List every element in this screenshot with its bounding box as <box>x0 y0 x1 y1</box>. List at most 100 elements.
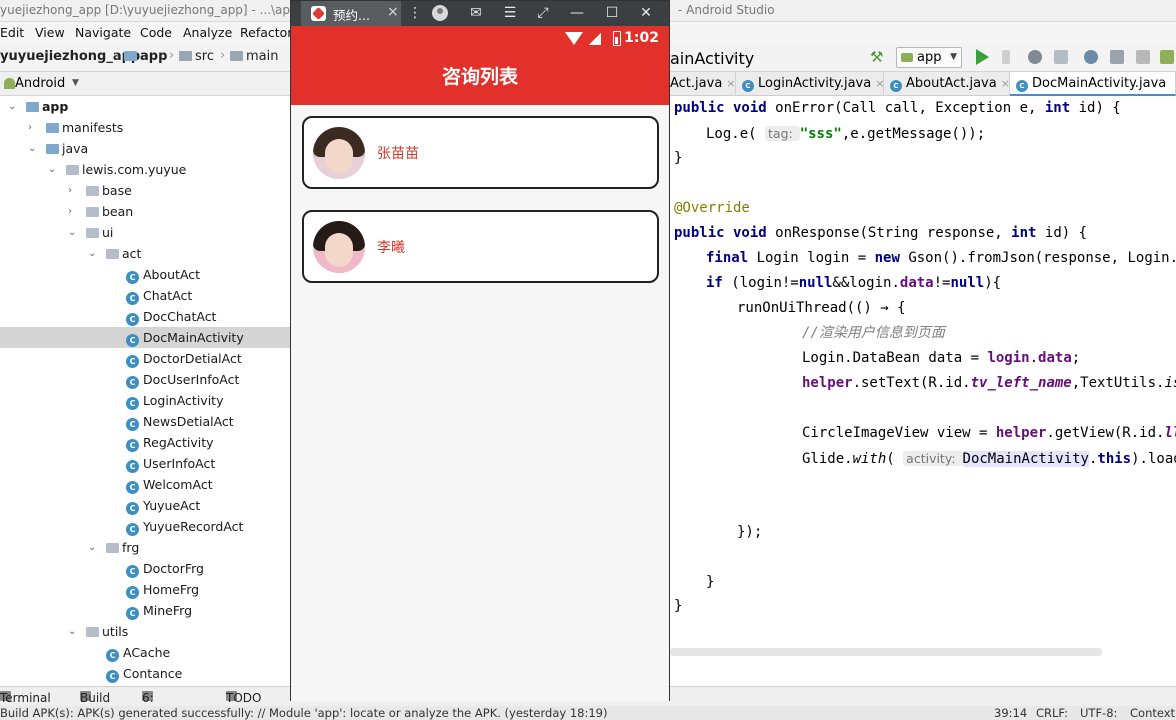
tree-item[interactable]: ⌄ java <box>0 138 290 159</box>
tree-item[interactable]: C YuyueRecordAct <box>0 516 290 537</box>
tree-item[interactable]: C ACache <box>0 642 290 663</box>
menu-view[interactable]: View <box>35 25 65 40</box>
folder-icon <box>179 51 192 61</box>
tab-act-java[interactable]: Act.java × <box>670 72 736 96</box>
consult-list-item[interactable]: 李曦 <box>302 210 659 283</box>
tree-item[interactable]: C NewsDetialAct <box>0 411 290 432</box>
window-close-icon[interactable]: ✕ <box>632 1 660 26</box>
tree-item[interactable]: C YuyueAct <box>0 495 290 516</box>
maximize-icon[interactable]: ☐ <box>598 1 626 26</box>
tree-item[interactable]: ⌄ ui <box>0 222 290 243</box>
tree-item[interactable]: C UserInfoAct <box>0 453 290 474</box>
close-icon[interactable]: × <box>1001 77 1010 90</box>
tree-item[interactable]: ⌄ frg <box>0 537 290 558</box>
menu-edit[interactable]: Edit <box>0 25 24 40</box>
tree-item[interactable]: C LoginActivity <box>0 390 290 411</box>
breadcrumb-src[interactable]: src <box>179 49 214 64</box>
close-icon[interactable]: × <box>726 77 735 90</box>
apply-changes-icon[interactable] <box>1002 50 1010 64</box>
stop-icon[interactable] <box>1136 50 1150 64</box>
menu-code[interactable]: Code <box>140 25 172 40</box>
class-icon: C <box>126 418 139 431</box>
tree-item-label: app <box>26 96 68 117</box>
account-icon[interactable] <box>432 5 448 21</box>
chevron-right-icon: › <box>220 48 226 63</box>
chevron-down-icon[interactable]: ⌄ <box>28 138 38 159</box>
tab-loginactivity-java[interactable]: C LoginActivity.java × <box>736 72 884 96</box>
tree-item[interactable]: C DoctorDetialAct <box>0 348 290 369</box>
chevron-right-icon: › <box>114 48 120 63</box>
menu-analyze[interactable]: Analyze <box>183 25 232 40</box>
chevron-down-icon[interactable]: ⌄ <box>8 96 18 117</box>
tree-item[interactable]: ⌄ act <box>0 243 290 264</box>
chevron-down-icon[interactable]: ⌄ <box>68 222 78 243</box>
tree-item[interactable]: ⌄ app <box>0 96 290 117</box>
line-separator[interactable]: CRLF: <box>1036 706 1068 720</box>
hammer-icon[interactable]: ⚒ <box>870 49 886 65</box>
menu-refactor[interactable]: Refactor <box>240 25 292 40</box>
class-icon: C <box>106 649 119 662</box>
project-view-header[interactable]: Android ▼ <box>0 72 290 96</box>
tree-item[interactable]: C DocUserInfoAct <box>0 369 290 390</box>
tree-item-label: lewis.com.yuyue <box>66 159 186 180</box>
chevron-down-icon[interactable]: ⌄ <box>88 537 98 558</box>
tree-item[interactable]: ⌄ utils <box>0 621 290 642</box>
tree-item[interactable]: C MineFrg <box>0 600 290 621</box>
tree-item[interactable]: C DoctorFrg <box>0 558 290 579</box>
debug-icon[interactable] <box>1028 50 1042 64</box>
tree-item[interactable]: › base <box>0 180 290 201</box>
chevron-right-icon[interactable]: › <box>68 180 78 201</box>
emulator-tab[interactable]: 预约... × <box>301 1 401 26</box>
menu-icon[interactable]: ☰ <box>496 1 524 26</box>
menu-navigate[interactable]: Navigate <box>75 25 131 40</box>
breadcrumb-activity[interactable]: ainActivity <box>670 49 754 68</box>
tree-item-label: C DoctorFrg <box>126 558 204 579</box>
tree-item[interactable]: C DocChatAct <box>0 306 290 327</box>
tree-item[interactable]: C ChatAct <box>0 285 290 306</box>
chevron-right-icon[interactable]: › <box>28 117 38 138</box>
tab-docmainactivity-java[interactable]: C DocMainActivity.java <box>1010 72 1176 96</box>
tree-item[interactable]: C Contance <box>0 663 290 684</box>
chevron-right-icon[interactable]: › <box>68 201 78 222</box>
chevron-down-icon[interactable]: ⌄ <box>68 621 78 642</box>
run-icon[interactable] <box>976 49 989 65</box>
close-icon[interactable]: × <box>387 4 399 20</box>
attach-icon[interactable] <box>1054 50 1068 64</box>
package-icon <box>106 249 119 259</box>
horizontal-scrollbar[interactable] <box>670 648 1102 656</box>
breadcrumb-app[interactable]: app <box>124 49 167 64</box>
tab-aboutact-java[interactable]: C AboutAct.java × <box>884 72 1010 96</box>
tree-item[interactable]: C WelcomAct <box>0 474 290 495</box>
tree-item-label: C Contance <box>106 663 182 684</box>
caret-position[interactable]: 39:14 <box>994 706 1027 720</box>
tree-item[interactable]: C HomeFrg <box>0 579 290 600</box>
file-encoding[interactable]: UTF-8: <box>1080 706 1117 720</box>
minimize-icon[interactable]: — <box>563 1 591 26</box>
tree-item-label: C AboutAct <box>126 264 200 285</box>
chevron-down-icon[interactable]: ⌄ <box>48 159 58 180</box>
tree-item[interactable]: › bean <box>0 201 290 222</box>
class-icon: C <box>126 376 139 389</box>
sdk-manager-icon[interactable] <box>1110 50 1124 64</box>
run-configuration-select[interactable]: app ▼ <box>896 47 962 68</box>
tree-item-label: C DocUserInfoAct <box>126 369 239 390</box>
profile-icon[interactable] <box>1084 50 1098 64</box>
class-icon: C <box>126 355 139 368</box>
consult-name: 李曦 <box>377 240 405 256</box>
folder-icon <box>46 123 59 133</box>
tree-item[interactable]: ⌄ lewis.com.yuyue <box>0 159 290 180</box>
page-title: 咨询列表 <box>441 66 518 88</box>
expand-icon[interactable]: ⤢ <box>529 1 557 26</box>
tree-item[interactable]: C RegActivity <box>0 432 290 453</box>
consult-list-item[interactable]: 张苗苗 <box>302 116 659 189</box>
code-editor[interactable]: public void onError(Call call, Exception… <box>670 96 1176 686</box>
breadcrumb-main[interactable]: main <box>230 49 278 64</box>
tree-item[interactable]: C AboutAct <box>0 264 290 285</box>
avd-manager-icon[interactable] <box>1160 50 1174 64</box>
class-icon: C <box>126 460 139 473</box>
tree-item[interactable]: C DocMainActivity <box>0 327 290 348</box>
more-vertical-icon[interactable]: ⋮ <box>401 1 429 26</box>
mail-icon[interactable]: ✉ <box>462 1 490 26</box>
chevron-down-icon[interactable]: ⌄ <box>88 243 98 264</box>
tree-item[interactable]: › manifests <box>0 117 290 138</box>
